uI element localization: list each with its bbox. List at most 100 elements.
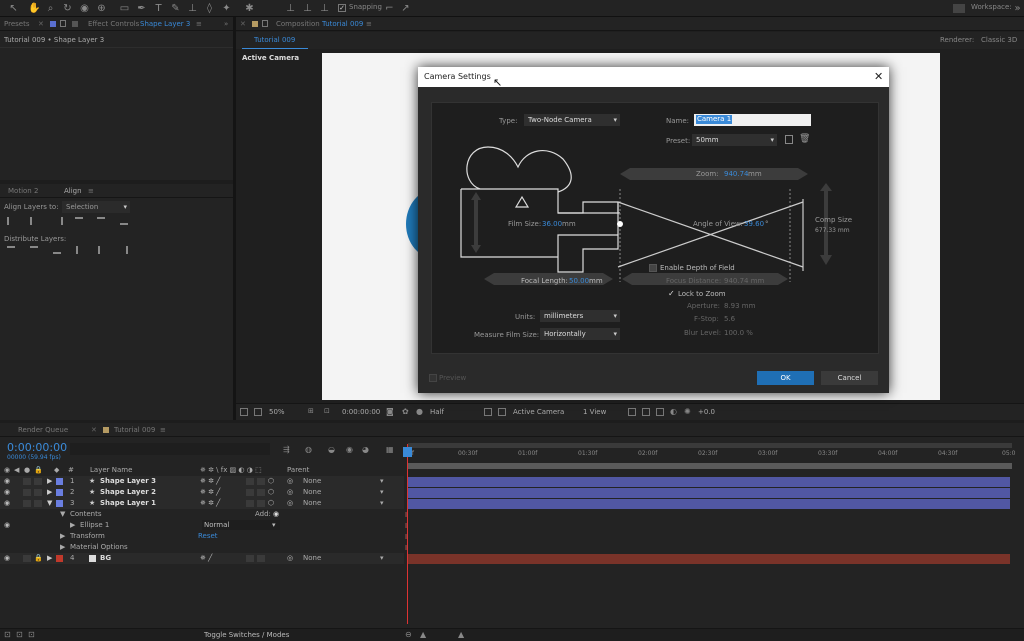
zoom-slider-icon[interactable]: ▲ — [420, 630, 426, 639]
keyframe-marker-icon[interactable]: I — [405, 522, 407, 530]
name-input[interactable]: Camera 1 — [694, 114, 811, 126]
lock-box[interactable] — [34, 478, 42, 485]
effect-controls-layer[interactable]: Shape Layer 3 — [140, 17, 190, 31]
brush-tool-icon[interactable]: ✎ — [170, 3, 181, 14]
snap-option-2-icon[interactable]: ↗ — [400, 3, 411, 14]
layer-search-input[interactable] — [70, 443, 270, 455]
distribute-top-icon[interactable] — [7, 246, 15, 254]
keyframe-marker-icon[interactable]: I — [405, 511, 407, 519]
graph-editor-icon[interactable]: ▦ — [386, 445, 394, 454]
add-label[interactable]: Add: — [255, 509, 271, 520]
layer-bar-4[interactable] — [408, 554, 1010, 564]
layer-row[interactable]: ◉ 🔒 ▶ 4 BG ✵ ╱ ◎ None ▾ — [0, 553, 404, 564]
render-queue-tab[interactable]: Render Queue — [18, 423, 68, 437]
visibility-eye-icon[interactable]: ◉ — [4, 520, 10, 531]
parent-dropdown[interactable]: None — [303, 498, 321, 509]
preset-dropdown[interactable]: 50mm — [692, 134, 777, 146]
switch-box[interactable] — [257, 489, 265, 496]
work-area-bar[interactable] — [408, 443, 1012, 448]
monitor-icon[interactable] — [254, 408, 262, 416]
pan-behind-tool-icon[interactable]: ⊕ — [96, 3, 107, 14]
snapping-checkbox[interactable]: ✓ — [338, 4, 346, 12]
zoom-in-icon[interactable]: ▲ — [458, 630, 464, 639]
distribute-bottom-icon[interactable] — [53, 246, 61, 254]
align-top-icon[interactable] — [75, 217, 83, 225]
layer-name[interactable]: Shape Layer 3 — [100, 476, 156, 487]
layer-bar-1[interactable] — [408, 477, 1010, 487]
ellipse-row[interactable]: ◉ ▶ Ellipse 1 Normal ▾ — [0, 520, 404, 531]
snap-option-icon[interactable]: ⌐ — [384, 3, 395, 14]
timeline-menu-icon[interactable]: ≡ — [160, 423, 166, 437]
distribute-vcenter-icon[interactable] — [30, 246, 38, 254]
presets-tab[interactable]: Presets — [4, 17, 29, 31]
comp-subtab[interactable]: Tutorial 009 — [254, 36, 295, 44]
solo-box[interactable] — [23, 500, 31, 507]
visibility-eye-icon[interactable]: ◉ — [4, 476, 10, 487]
align-menu-icon[interactable]: ≡ — [88, 184, 94, 198]
parent-dropdown-arrow-icon[interactable]: ▾ — [380, 476, 384, 487]
pickwhip-icon[interactable]: ◎ — [287, 498, 293, 509]
layer-switches[interactable]: ✵ ✲ ╱ — [200, 487, 220, 498]
angle-value[interactable]: 39.60 — [744, 219, 764, 229]
layer-name[interactable]: BG — [100, 553, 111, 564]
panel-menu-icon[interactable]: ≡ — [196, 17, 202, 31]
parent-dropdown-arrow-icon[interactable]: ▾ — [380, 553, 384, 564]
reset-exposure-icon[interactable]: ◐ — [670, 407, 677, 416]
layer-name-header[interactable]: Layer Name — [90, 465, 132, 476]
comp-mini-flowchart-icon[interactable]: ⇶ — [283, 445, 290, 454]
parent-dropdown-arrow-icon[interactable]: ▾ — [380, 498, 384, 509]
layer-bar-2[interactable] — [408, 488, 1010, 498]
effect-controls-tab[interactable]: Effect Controls — [88, 17, 139, 31]
close-icon[interactable]: ✕ — [874, 70, 883, 83]
footer-timecode[interactable]: 0:00:00:00 — [342, 408, 380, 416]
switch-box[interactable] — [246, 555, 254, 562]
expand-arrow-icon[interactable]: ▶ — [47, 553, 52, 564]
fast-previews-icon[interactable] — [628, 408, 636, 416]
dof-checkbox[interactable] — [649, 264, 657, 272]
layer-switches[interactable]: ✵ ╱ — [200, 553, 212, 564]
zoom-out-icon[interactable]: ⊖ — [405, 630, 412, 639]
rotate-tool-icon[interactable]: ↻ — [62, 3, 73, 14]
distribute-hcenter-icon[interactable] — [98, 246, 106, 254]
channel-icon[interactable]: ✿ — [402, 407, 409, 416]
hand-tool-icon[interactable]: ✋ — [28, 3, 40, 14]
ok-button[interactable]: OK — [757, 371, 814, 385]
parent-header[interactable]: Parent — [287, 465, 309, 476]
shape-tool-icon[interactable]: ▭ — [119, 3, 130, 14]
keyframe-marker-icon[interactable]: I — [405, 544, 407, 552]
visibility-eye-icon[interactable]: ◉ — [4, 498, 10, 509]
layer-switches[interactable]: ✵ ✲ ╱ — [200, 476, 220, 487]
cancel-button[interactable]: Cancel — [821, 371, 878, 385]
lock-icon[interactable] — [60, 20, 66, 27]
mask-visibility-icon[interactable]: ⊡ — [324, 407, 330, 415]
focal-length-value[interactable]: 50.00 — [569, 276, 589, 286]
lock-icon[interactable]: 🔒 — [34, 553, 43, 564]
distribute-left-icon[interactable] — [76, 246, 84, 254]
zoom-tool-icon[interactable]: ⌕ — [45, 3, 56, 14]
footer-toggle-3-icon[interactable]: ⊡ — [28, 630, 35, 639]
shy-layers-icon[interactable]: ◒ — [328, 445, 335, 454]
align-hcenter-icon[interactable] — [30, 217, 38, 225]
stamp-tool-icon[interactable]: ⊥ — [187, 3, 198, 14]
composition-tab-label[interactable]: Composition — [276, 17, 320, 31]
3d-layer-icon[interactable]: ⬡ — [268, 476, 274, 487]
switch-box[interactable] — [257, 500, 265, 507]
solo-box[interactable] — [23, 489, 31, 496]
3d-layer-icon[interactable]: ⬡ — [268, 487, 274, 498]
renderer-value[interactable]: Classic 3D — [981, 36, 1017, 44]
roto-tool-icon[interactable]: ✦ — [221, 3, 232, 14]
selection-tool-icon[interactable]: ↖ — [8, 3, 19, 14]
visibility-eye-icon[interactable]: ◉ — [4, 553, 10, 564]
pickwhip-icon[interactable]: ◎ — [287, 487, 293, 498]
roi-icon[interactable] — [484, 408, 492, 416]
axis-world-icon[interactable]: ⊥ — [302, 3, 313, 14]
snapshot-icon[interactable]: ◙ — [386, 407, 394, 416]
panel-splitter[interactable] — [233, 17, 236, 420]
label-color-swatch[interactable] — [56, 555, 63, 562]
solo-box[interactable] — [23, 478, 31, 485]
parent-dropdown[interactable]: None — [303, 553, 321, 564]
solo-box[interactable] — [23, 555, 31, 562]
draft-3d-icon[interactable]: ◍ — [305, 445, 312, 454]
collapse-icon[interactable]: » — [224, 17, 228, 31]
comp-lock-icon[interactable] — [262, 20, 268, 27]
